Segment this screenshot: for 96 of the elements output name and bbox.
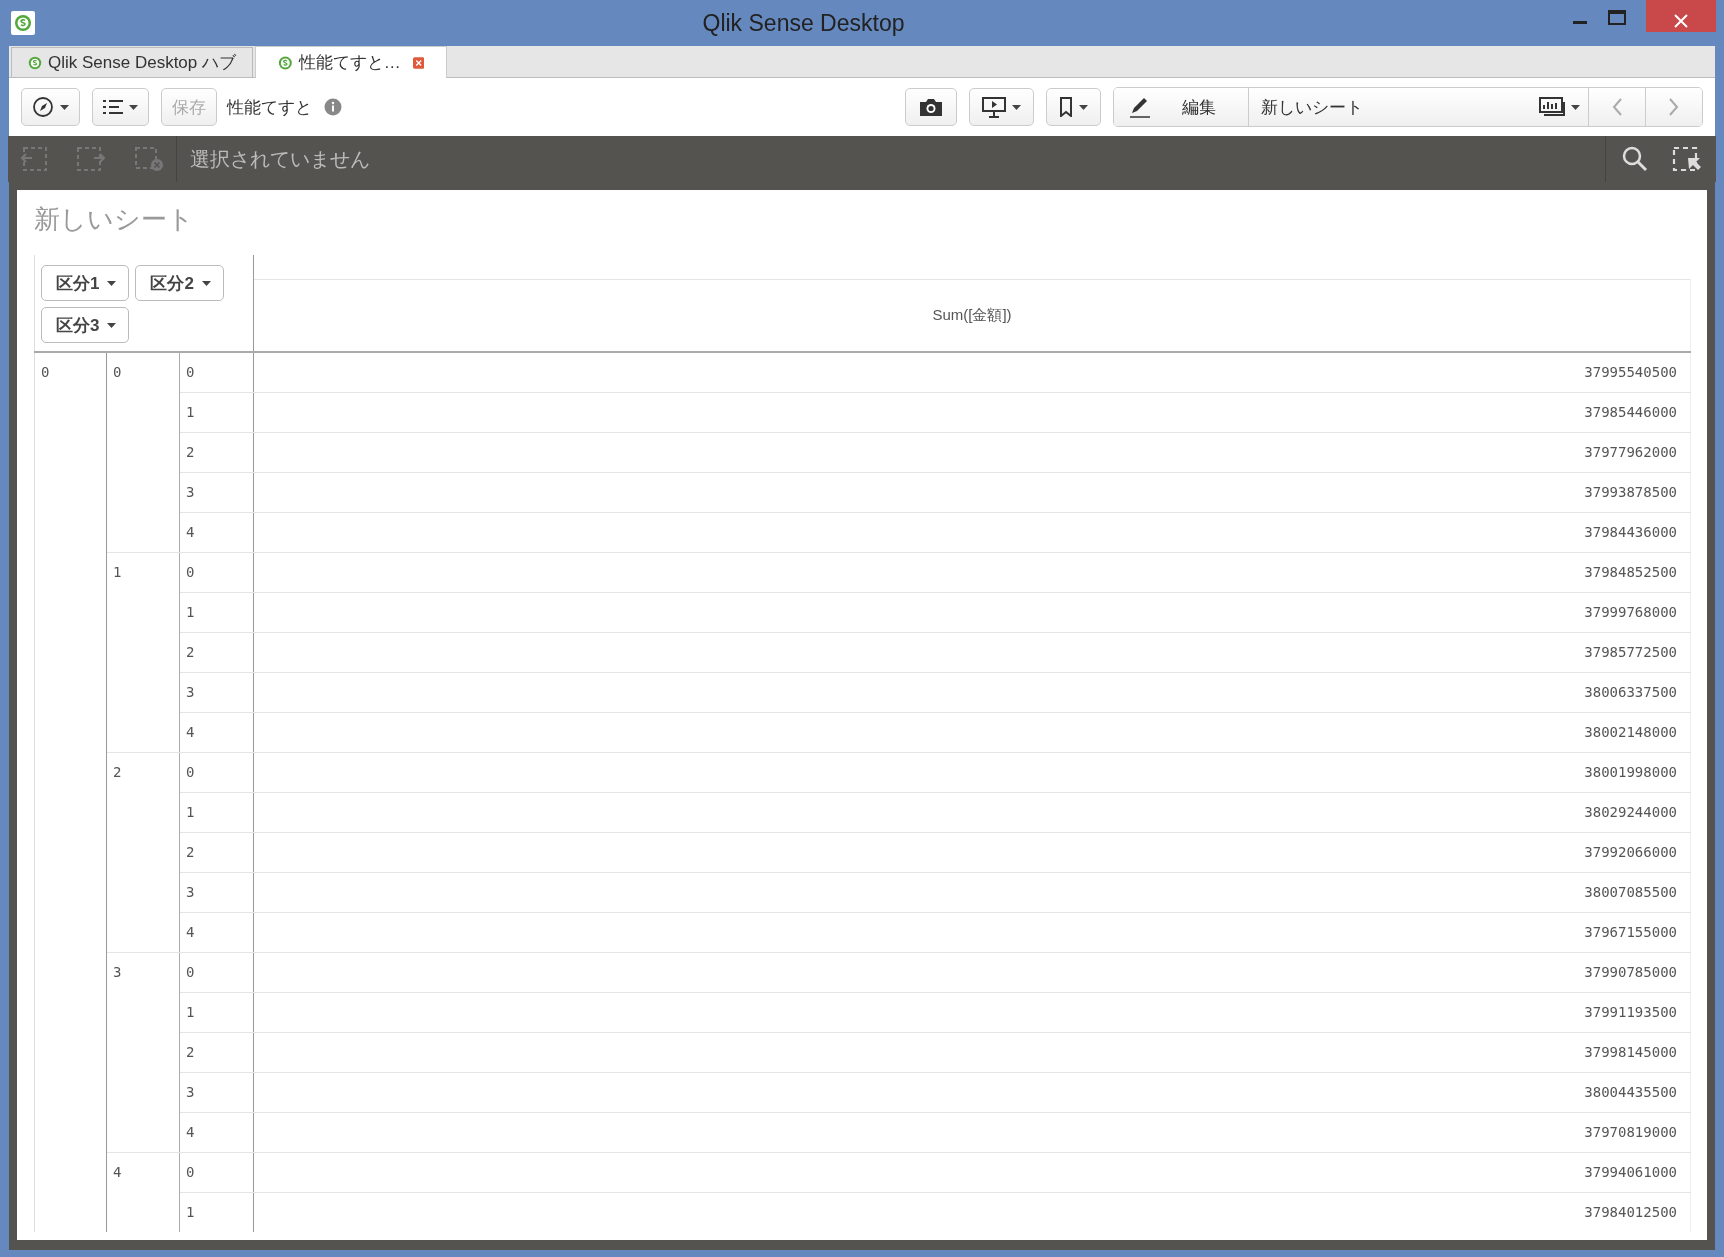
row-header-cell: 3: [180, 473, 254, 512]
table-cell: 37984012500: [254, 1193, 1691, 1232]
navigation-button[interactable]: [21, 88, 80, 126]
caret-icon: [1571, 104, 1580, 110]
table-cell: 37994061000: [254, 1153, 1691, 1192]
caret-icon: [60, 104, 69, 110]
present-button[interactable]: [969, 88, 1034, 126]
dimension-button[interactable]: 区分1: [41, 265, 130, 301]
table-cell: 38007085500: [254, 873, 1691, 912]
row-header-cell: 4: [180, 913, 254, 952]
info-icon[interactable]: [324, 98, 342, 116]
row-header-cell: 0: [180, 353, 254, 392]
list-icon: [103, 99, 123, 115]
caret-icon: [1012, 104, 1021, 110]
maximize-icon[interactable]: [1608, 10, 1626, 26]
caret-icon: [129, 104, 138, 110]
step-back-icon: [18, 146, 50, 172]
row-header-cell: 4: [180, 1113, 254, 1152]
step-forward-icon: [76, 146, 108, 172]
table-cell: 38001998000: [254, 753, 1691, 792]
row-header-cell: 2: [180, 433, 254, 472]
caret-icon: [107, 280, 117, 286]
tab-label: Qlik Sense Desktop ハブ: [48, 52, 236, 74]
row-header-cell: 4: [107, 1153, 180, 1232]
sheets-icon: [1539, 97, 1567, 117]
row-header-cell: 3: [180, 673, 254, 712]
row-header-cell: 4: [180, 713, 254, 752]
close-button[interactable]: [1646, 0, 1716, 32]
pencil-icon: [1128, 96, 1152, 118]
row-header-cell: 2: [107, 753, 180, 952]
compass-icon: [32, 96, 54, 118]
table-cell: 38006337500: [254, 673, 1691, 712]
table-cell: 37977962000: [254, 433, 1691, 472]
table-cell: 37985772500: [254, 633, 1691, 672]
close-icon[interactable]: [412, 55, 424, 70]
sheet-title: 新しいシート: [34, 203, 195, 236]
tab-label: 性能てすと…: [298, 52, 401, 74]
row-header-cell: 0: [107, 353, 180, 552]
table-cell: 38002148000: [254, 713, 1691, 752]
screen-icon: [982, 96, 1006, 118]
row-header-cell: 2: [180, 1033, 254, 1072]
clear-selections-icon: [134, 146, 166, 172]
caret-icon: [107, 322, 117, 328]
row-header-cell: 4: [180, 513, 254, 552]
row-header-cell: 3: [180, 1073, 254, 1112]
caret-icon: [1079, 104, 1088, 110]
row-header-cell: 2: [180, 833, 254, 872]
caret-icon: [201, 280, 211, 286]
table-cell: 37985446000: [254, 393, 1691, 432]
list-menu-button[interactable]: [92, 88, 149, 126]
row-header-cell: 1: [180, 793, 254, 832]
table-cell: 37995540500: [254, 353, 1691, 392]
table-cell: 37984852500: [254, 553, 1691, 592]
row-header-cell: 0: [180, 1153, 254, 1192]
chevron-left-icon: [1612, 98, 1622, 116]
row-header-cell: 0: [180, 753, 254, 792]
camera-icon: [918, 97, 944, 117]
selection-tool-icon[interactable]: [1672, 146, 1704, 172]
snapshot-button[interactable]: [905, 88, 957, 126]
row-header-cell: 1: [180, 993, 254, 1032]
row-header-cell: 0: [34, 353, 107, 1232]
close-icon: [1674, 14, 1688, 28]
dimension-button[interactable]: 区分2: [135, 265, 224, 301]
selection-status: 選択されていません: [189, 146, 371, 172]
bookmark-button[interactable]: [1046, 88, 1101, 126]
table-cell: 37999768000: [254, 593, 1691, 632]
table-cell: 37984436000: [254, 513, 1691, 552]
row-header-cell: 1: [180, 1193, 254, 1232]
row-header-cell: 1: [180, 393, 254, 432]
table-cell: 37998145000: [254, 1033, 1691, 1072]
chevron-right-icon: [1669, 98, 1679, 116]
column-header: Sum([金額]): [932, 306, 1012, 325]
table-cell: 37993878500: [254, 473, 1691, 512]
row-header-cell: 0: [180, 953, 254, 992]
tab[interactable]: 性能てすと…: [255, 46, 447, 78]
edit-button[interactable]: 編集: [1114, 88, 1248, 126]
table-cell: 37967155000: [254, 913, 1691, 952]
search-icon[interactable]: [1622, 146, 1648, 172]
table-cell: 38029244000: [254, 793, 1691, 832]
row-header-cell: 2: [180, 633, 254, 672]
window-title: Qlik Sense Desktop: [701, 9, 906, 37]
bookmark-icon: [1059, 97, 1073, 117]
row-header-cell: 3: [107, 953, 180, 1152]
table-cell: 37990785000: [254, 953, 1691, 992]
dimension-button[interactable]: 区分3: [41, 307, 130, 343]
row-header-cell: 3: [180, 873, 254, 912]
table-cell: 38004435500: [254, 1073, 1691, 1112]
row-header-cell: 1: [107, 553, 180, 752]
row-header-cell: 1: [180, 593, 254, 632]
table-cell: 37991193500: [254, 993, 1691, 1032]
sheet-selector[interactable]: 新しいシート: [1248, 88, 1588, 126]
tab[interactable]: Qlik Sense Desktop ハブ: [11, 47, 253, 77]
table-cell: 37970819000: [254, 1113, 1691, 1152]
table-cell: 37992066000: [254, 833, 1691, 872]
app-name: 性能てすと: [227, 96, 312, 119]
row-header-cell: 0: [180, 553, 254, 592]
